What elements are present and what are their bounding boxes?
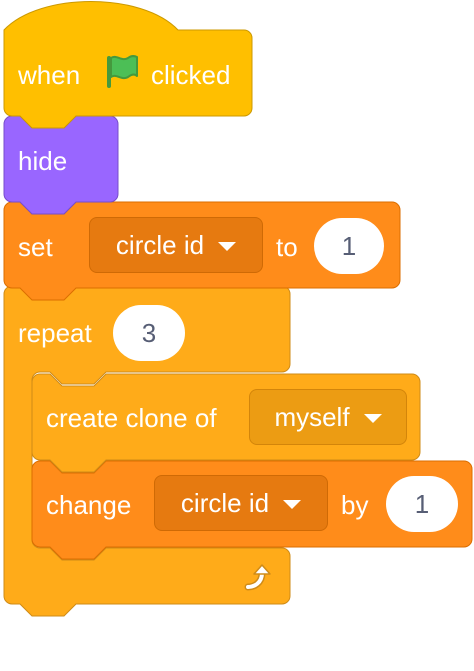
clone-target-name: myself bbox=[274, 402, 350, 432]
chevron-down-icon bbox=[218, 241, 237, 251]
change-variable-name: circle id bbox=[180, 488, 270, 518]
change-value-input[interactable]: 1 bbox=[386, 476, 458, 532]
by-label: by bbox=[341, 490, 369, 520]
repeat-count-input[interactable]: 3 bbox=[113, 305, 185, 361]
change-variable-dropdown[interactable]: circle id bbox=[154, 475, 328, 531]
change-label: change bbox=[46, 490, 132, 520]
to-label: to bbox=[276, 232, 298, 262]
clone-target-dropdown[interactable]: myself bbox=[249, 389, 407, 445]
set-variable-dropdown[interactable]: circle id bbox=[89, 217, 263, 273]
green-flag-icon bbox=[107, 55, 138, 88]
loop-arrow-icon bbox=[244, 564, 271, 591]
chevron-down-icon bbox=[283, 499, 302, 509]
clicked-label: clicked bbox=[151, 60, 231, 90]
set-variable-name: circle id bbox=[115, 230, 205, 260]
chevron-down-icon bbox=[363, 413, 382, 423]
when-label: when bbox=[18, 60, 81, 90]
create-clone-label: create clone of bbox=[46, 403, 217, 433]
set-value-input[interactable]: 1 bbox=[314, 218, 384, 274]
hide-label: hide bbox=[18, 146, 68, 176]
set-label: set bbox=[18, 232, 53, 262]
repeat-label: repeat bbox=[18, 318, 92, 348]
